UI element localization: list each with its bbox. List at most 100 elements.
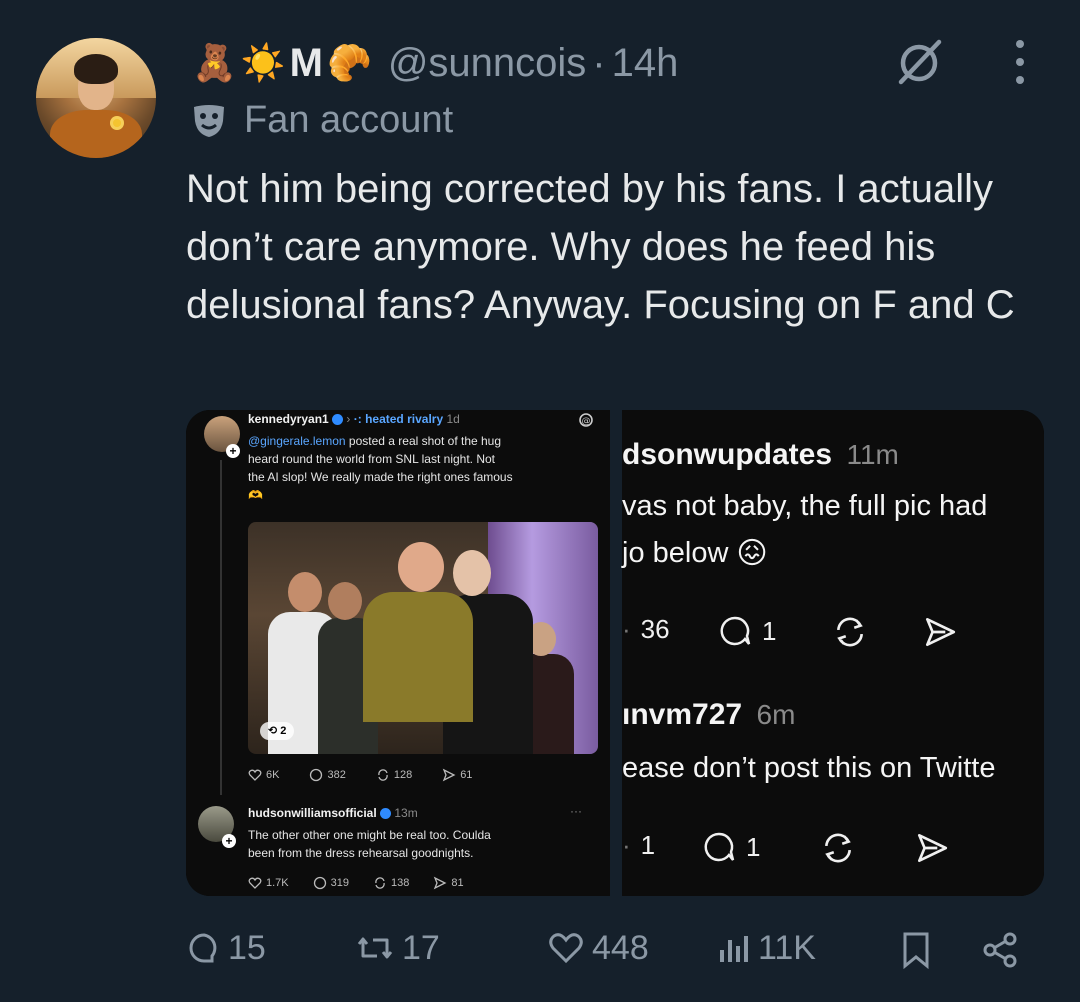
r-post1-header: dsonwupdates 11m bbox=[622, 438, 899, 472]
post1-header: kennedyryan1 › ·: heated rivalry 1d bbox=[248, 412, 460, 426]
r-post1-like-count[interactable]: · 36 bbox=[622, 614, 670, 645]
post2-like-button[interactable]: 1.7K bbox=[248, 876, 289, 890]
post2-text-line2: been from the dress rehearsal goodnights… bbox=[248, 846, 474, 860]
more-options-icon[interactable] bbox=[1008, 40, 1032, 84]
send-icon[interactable] bbox=[914, 830, 950, 866]
post2-text: The other other one might be real too. C… bbox=[248, 826, 598, 862]
views-button[interactable]: 11K bbox=[716, 918, 816, 978]
image-counter: ⟲ 2 bbox=[260, 722, 295, 740]
post2-share-button[interactable]: 81 bbox=[433, 876, 464, 890]
like-button[interactable]: 448 bbox=[546, 918, 649, 978]
post1-time: 1d bbox=[446, 412, 460, 426]
r-post2-like-count[interactable]: · 1 bbox=[622, 830, 655, 861]
send-icon bbox=[434, 876, 447, 890]
croissant-emoji: 🥐 bbox=[326, 42, 372, 83]
snl-photo: ⟲ 2 bbox=[248, 522, 598, 754]
fan-account-label: Fan account bbox=[244, 98, 454, 141]
r-post2-comment-button[interactable]: 1 bbox=[702, 830, 760, 864]
follow-plus-icon: + bbox=[222, 834, 236, 848]
heart-icon bbox=[549, 933, 583, 964]
reply-button[interactable]: 15 bbox=[186, 918, 266, 978]
repost-icon[interactable] bbox=[832, 614, 868, 650]
repost-icon bbox=[375, 877, 385, 889]
post2-repost-button[interactable]: 138 bbox=[373, 876, 409, 890]
r-post2-text-line1: ease don’t post this on Twitte bbox=[622, 752, 996, 784]
r-post2-actions: · 1 1 bbox=[622, 830, 1042, 870]
reply-icon bbox=[189, 933, 217, 963]
media-image-right[interactable]: dsonwupdates 11m vas not baby, the full … bbox=[622, 410, 1044, 896]
r-post1-actions: · 36 1 bbox=[622, 614, 1042, 654]
tweet-actions: 15 17 448 11K bbox=[186, 918, 1046, 978]
r-post2-header: ınvm727 6m bbox=[622, 698, 795, 732]
post1-like-button[interactable]: 6K bbox=[248, 768, 279, 782]
grok-icon[interactable] bbox=[893, 36, 945, 88]
post2-text-line1: The other other one might be real too. C… bbox=[248, 828, 491, 842]
post2-username: hudsonwilliamsofficial bbox=[248, 806, 377, 820]
svg-text:@: @ bbox=[582, 417, 591, 427]
r-post1-username: dsonwupdates bbox=[622, 438, 833, 471]
r-post1-time: 11m bbox=[846, 439, 899, 470]
theater-masks-icon bbox=[194, 105, 224, 137]
post2-header: hudsonwilliamsofficial 13m bbox=[248, 806, 418, 820]
separator-dot: · bbox=[592, 40, 606, 85]
post1-actions: 6K 382 128 61 bbox=[248, 768, 548, 782]
views-chart-icon bbox=[720, 936, 748, 962]
comment-icon bbox=[720, 616, 751, 646]
r-post2-time: 6m bbox=[756, 699, 796, 730]
post2-comment-button[interactable]: 319 bbox=[313, 876, 349, 890]
retweet-count: 17 bbox=[402, 928, 440, 967]
confounded-emoji: 😖 bbox=[736, 537, 768, 570]
post1-repost-button[interactable]: 128 bbox=[376, 768, 412, 782]
post1-text-line1: posted a real shot of the hug bbox=[345, 434, 502, 448]
comment-icon bbox=[310, 768, 323, 782]
tweet-header: 🧸 ☀️ M 🥐 @sunncois · 14h bbox=[192, 38, 678, 88]
reply-count: 15 bbox=[228, 928, 266, 967]
r-post1-comment-button[interactable]: 1 bbox=[718, 614, 776, 648]
view-count: 11K bbox=[758, 928, 816, 967]
thread-line bbox=[220, 460, 222, 795]
tweet-time[interactable]: 14h bbox=[612, 41, 679, 86]
post1-emoji: 🫶 bbox=[248, 488, 263, 502]
r-post1-text-line2: jo below 😖 bbox=[622, 537, 768, 570]
post1-thread-name: ·: heated rivalry bbox=[353, 412, 444, 426]
heart-icon bbox=[248, 877, 262, 889]
sun-emoji: ☀️ bbox=[240, 42, 286, 83]
send-icon[interactable] bbox=[922, 614, 958, 650]
teddy-bear-emoji: 🧸 bbox=[192, 42, 237, 83]
post2-more-icon[interactable]: ··· bbox=[570, 804, 582, 818]
repost-icon bbox=[378, 769, 388, 781]
follow-plus-icon: + bbox=[226, 444, 240, 458]
post1-text-line2: heard round the world from SNL last nigh… bbox=[248, 452, 496, 466]
verified-icon bbox=[380, 808, 392, 820]
post1-mention: @gingerale.lemon bbox=[248, 434, 346, 448]
threads-logo-icon: @ bbox=[579, 413, 593, 427]
comment-icon bbox=[313, 876, 326, 890]
heart-icon bbox=[248, 769, 262, 781]
share-icon[interactable] bbox=[980, 930, 1020, 970]
r-post1-text-line1: vas not baby, the full pic had bbox=[622, 490, 988, 522]
post1-comment-button[interactable]: 382 bbox=[309, 768, 346, 782]
tweet-media[interactable]: + kennedyryan1 › ·: heated rivalry 1d @ … bbox=[186, 410, 1044, 896]
user-handle[interactable]: @sunncois bbox=[388, 41, 586, 86]
avatar[interactable] bbox=[36, 38, 156, 158]
post2-time: 13m bbox=[394, 806, 418, 820]
media-divider bbox=[610, 410, 622, 896]
verified-icon bbox=[332, 414, 344, 426]
post1-text-line3: the AI slop! We really made the right on… bbox=[248, 470, 513, 484]
bookmark-icon[interactable] bbox=[898, 930, 934, 970]
r-post2-username: ınvm727 bbox=[622, 698, 743, 731]
repost-icon[interactable] bbox=[820, 830, 856, 866]
post2-actions: 1.7K 319 138 81 bbox=[248, 876, 548, 890]
send-icon bbox=[442, 768, 456, 782]
media-image-left[interactable]: + kennedyryan1 › ·: heated rivalry 1d @ … bbox=[186, 410, 610, 896]
like-count: 448 bbox=[592, 928, 649, 967]
post1-text: @gingerale.lemon posted a real shot of t… bbox=[248, 432, 604, 504]
comment-icon bbox=[704, 832, 735, 862]
display-name[interactable]: 🧸 ☀️ M 🥐 bbox=[192, 41, 372, 86]
display-name-letter: M bbox=[289, 40, 323, 85]
post1-username: kennedyryan1 bbox=[248, 412, 329, 426]
retweet-button[interactable]: 17 bbox=[354, 918, 440, 978]
account-label: Fan account bbox=[190, 95, 453, 145]
retweet-icon bbox=[357, 937, 393, 959]
post1-share-button[interactable]: 61 bbox=[442, 768, 472, 782]
